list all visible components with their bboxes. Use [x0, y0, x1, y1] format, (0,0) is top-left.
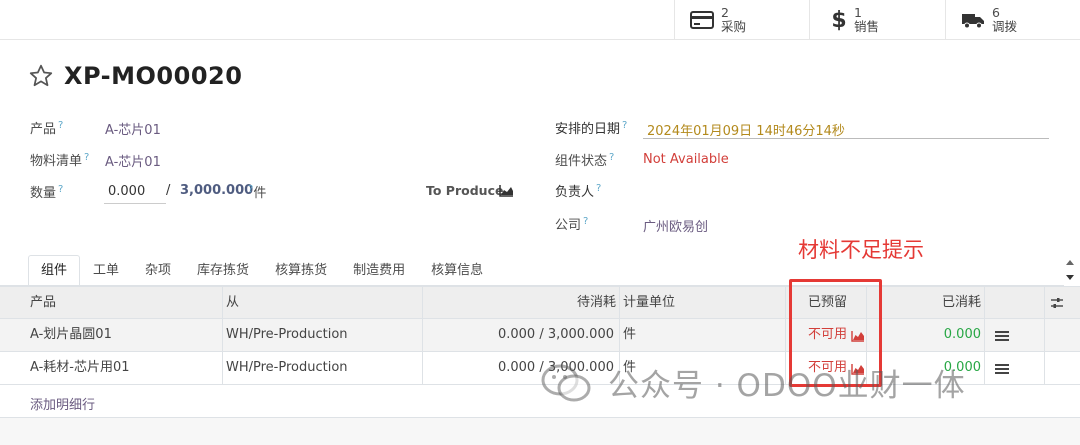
- sales-smart-button[interactable]: $ 1 销售: [809, 0, 945, 40]
- help-icon: ?: [609, 151, 615, 163]
- column-settings-icon[interactable]: [1050, 297, 1064, 313]
- quantity-separator: /: [166, 183, 171, 198]
- help-icon: ?: [583, 215, 589, 227]
- bom-label: 物料清单?: [30, 151, 90, 169]
- purchase-label: 采购: [721, 19, 747, 34]
- scheduled-date-field[interactable]: 2024年01月09日 14时46分14秒: [647, 120, 845, 139]
- credit-card-icon: [687, 11, 717, 29]
- row-reserved: 不可用: [808, 327, 848, 342]
- help-icon: ?: [84, 151, 90, 163]
- purchase-count: 2: [721, 5, 729, 20]
- table-row[interactable]: A-划片晶圆01 WH/Pre-Production 0.000 / 3,000…: [0, 319, 1080, 352]
- row-product: A-划片晶圆01: [30, 327, 112, 342]
- date-underline: [643, 138, 1049, 139]
- row-consumed: 0.000: [943, 360, 981, 375]
- detail-list-icon[interactable]: [995, 330, 1009, 346]
- components-table: 产品 从 待消耗 计量单位 已预留 已消耗 A-划片晶圆01 WH/Pre-Pr…: [0, 286, 1080, 385]
- col-product[interactable]: 产品: [30, 287, 56, 320]
- forecast-chart-icon[interactable]: [851, 363, 865, 379]
- product-field[interactable]: A-芯片01: [105, 119, 161, 138]
- row-reserved: 不可用: [808, 360, 848, 375]
- quantity-label: 数量?: [30, 183, 64, 201]
- scheduled-date-label: 安排的日期?: [555, 119, 628, 137]
- row-to-consume: 0.000 / 3,000.000: [497, 327, 614, 342]
- to-produce-label: To Produce: [426, 183, 504, 198]
- help-icon: ?: [58, 183, 64, 195]
- notebook-tabs: 组件 工单 杂项 库存拣货 核算拣货 制造费用 核算信息: [28, 255, 496, 286]
- quantity-input[interactable]: 0.000: [104, 180, 166, 204]
- transfers-label: 调拨: [992, 19, 1018, 34]
- quantity-unit: ?件: [248, 183, 267, 201]
- sales-count: 1: [854, 5, 862, 20]
- purchase-smart-button[interactable]: 2 采购: [674, 0, 809, 40]
- col-uom[interactable]: 计量单位: [623, 287, 675, 320]
- tab-stock-picking[interactable]: 库存拣货: [184, 255, 262, 286]
- row-from: WH/Pre-Production: [226, 327, 348, 342]
- star-icon[interactable]: [28, 63, 54, 89]
- col-reserved[interactable]: 已预留: [808, 287, 847, 320]
- add-line-link[interactable]: 添加明细行: [30, 394, 95, 413]
- sales-label: 销售: [854, 19, 880, 34]
- footer-area: [0, 418, 1080, 445]
- quantity-total: 3,000.000: [180, 183, 254, 198]
- tab-misc[interactable]: 杂项: [132, 255, 184, 286]
- tab-overhead[interactable]: 制造费用: [340, 255, 418, 286]
- col-consumed[interactable]: 已消耗: [870, 287, 981, 320]
- transfers-count: 6: [992, 5, 1000, 20]
- company-label: 公司?: [555, 215, 589, 233]
- row-from: WH/Pre-Production: [226, 360, 348, 375]
- row-product: A-耗材-芯片用01: [30, 360, 130, 375]
- product-label: 产品?: [30, 119, 64, 137]
- tab-work-orders[interactable]: 工单: [80, 255, 132, 286]
- tab-scroll-arrows[interactable]: [1064, 256, 1076, 284]
- tab-costing-info[interactable]: 核算信息: [418, 255, 496, 286]
- help-icon: ?: [58, 119, 64, 131]
- help-icon: ?: [622, 119, 628, 131]
- tab-components[interactable]: 组件: [28, 255, 81, 286]
- forecast-chart-icon[interactable]: [851, 330, 865, 346]
- record-header: XP-MO00020: [28, 62, 242, 90]
- row-uom: 件: [623, 360, 637, 375]
- truck-icon: [958, 11, 988, 29]
- annotation-text: 材料不足提示: [798, 238, 924, 262]
- transfers-smart-button[interactable]: 6 调拨: [945, 0, 1080, 40]
- detail-list-icon[interactable]: [995, 363, 1009, 379]
- row-uom: 件: [623, 327, 637, 342]
- help-icon: ?: [596, 182, 602, 194]
- component-status-value: Not Available: [643, 152, 729, 167]
- smart-button-bar: 2 采购 $ 1 销售 6 调拨: [0, 0, 1080, 40]
- area-chart-icon[interactable]: [499, 184, 514, 201]
- col-to-consume[interactable]: 待消耗: [426, 287, 616, 320]
- tab-costing-picking[interactable]: 核算拣货: [262, 255, 340, 286]
- component-status-label: 组件状态?: [555, 151, 615, 169]
- company-field[interactable]: 广州欧易创: [643, 216, 708, 235]
- dollar-icon: $: [831, 7, 847, 33]
- row-to-consume: 0.000 / 3,000.000: [497, 360, 614, 375]
- col-from[interactable]: 从: [226, 287, 239, 320]
- responsible-field[interactable]: [643, 178, 1049, 202]
- table-row[interactable]: A-耗材-芯片用01 WH/Pre-Production 0.000 / 3,0…: [0, 352, 1080, 385]
- add-line-row: 添加明细行: [0, 386, 1080, 418]
- table-header: 产品 从 待消耗 计量单位 已预留 已消耗: [0, 286, 1080, 320]
- bom-field[interactable]: A-芯片01: [105, 151, 161, 170]
- responsible-label: 负责人?: [555, 182, 602, 200]
- row-consumed: 0.000: [943, 327, 981, 342]
- page-title: XP-MO00020: [64, 62, 243, 90]
